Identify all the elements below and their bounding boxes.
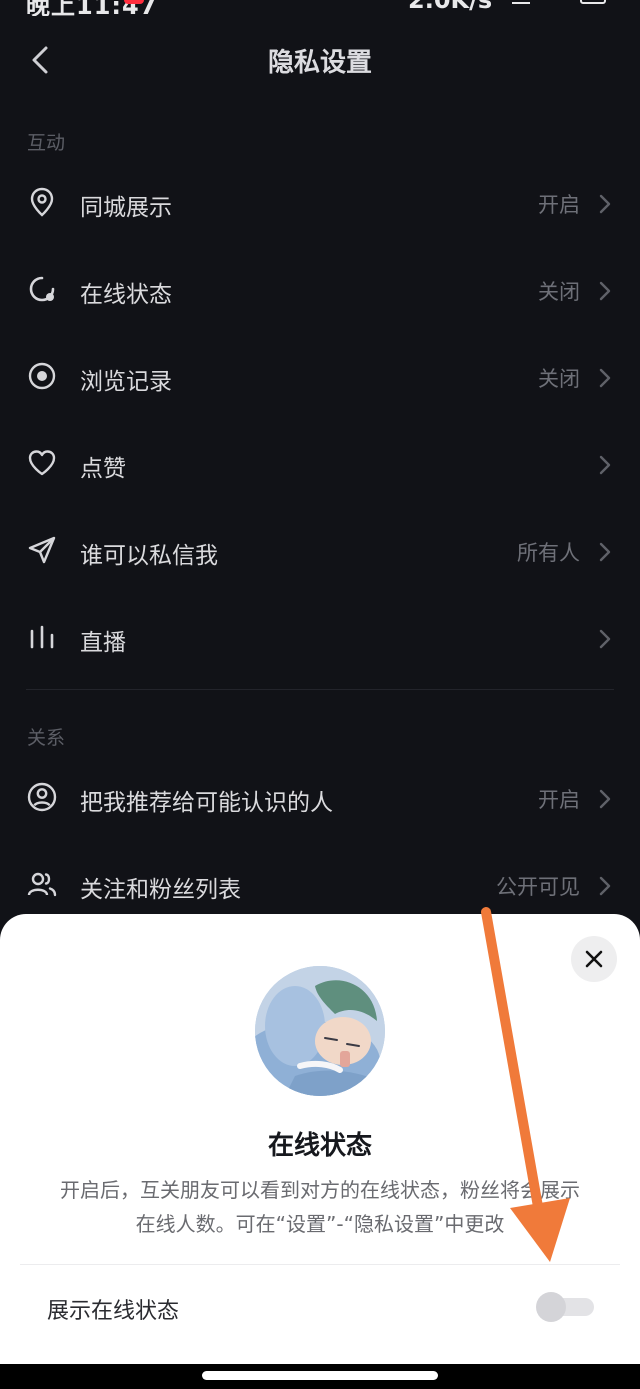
row-value: 开启 [538,788,580,812]
heart-icon [28,450,56,476]
row-label: 同城展示 [80,195,172,221]
close-button[interactable] [571,936,617,982]
live-bars-icon [30,625,54,649]
row-online-status[interactable]: 在线状态 关闭 [0,255,640,325]
section-divider [26,689,614,690]
section-label-relationship: 关系 [27,727,66,749]
chevron-right-icon [599,542,611,562]
row-label: 谁可以私信我 [80,543,218,569]
row-label: 关注和粉丝列表 [80,877,241,903]
location-pin-icon [30,187,54,217]
chevron-right-icon [599,281,611,301]
row-label: 把我推荐给可能认识的人 [80,790,333,816]
signal-icon [512,0,530,4]
online-status-icon [29,276,55,302]
toggle-knob [536,1292,566,1322]
network-speed: 2.0K/s [408,0,493,14]
paper-plane-icon [28,536,56,564]
status-bar: 晚上11:47 2.0K/s [0,0,640,16]
chevron-right-icon [599,368,611,388]
row-recommend-me[interactable]: 把我推荐给可能认识的人 开启 [0,763,640,833]
sheet-description-line: 开启后，互关朋友可以看到对方的在线状态，粉丝将会展示 [60,1178,580,1202]
recording-indicator [124,0,144,4]
battery-icon [580,0,606,4]
row-value: 关闭 [538,367,580,391]
sheet-description: 开启后，互关朋友可以看到对方的在线状态，粉丝将会展示 在线人数。可在“设置”-“… [14,1173,626,1241]
sheet-description-line: 在线人数。可在“设置”-“隐私设置”中更改 [135,1212,505,1236]
chevron-right-icon [599,876,611,896]
chevron-right-icon [599,629,611,649]
close-icon [585,950,603,968]
row-label: 浏览记录 [80,369,172,395]
nav-header: 隐私设置 [0,30,640,90]
online-status-sheet: 在线状态 开启后，互关朋友可以看到对方的在线状态，粉丝将会展示 在线人数。可在“… [0,914,640,1364]
home-indicator[interactable] [202,1371,438,1380]
chevron-right-icon [599,789,611,809]
sheet-title: 在线状态 [267,1131,372,1161]
row-follow-fans-list[interactable]: 关注和粉丝列表 公开可见 [0,850,640,920]
page-title: 隐私设置 [267,48,372,78]
row-likes[interactable]: 点赞 [0,429,640,499]
row-nearby-display[interactable]: 同城展示 开启 [0,168,640,238]
row-value: 所有人 [517,541,580,565]
row-value: 开启 [538,193,580,217]
sheet-divider [20,1264,620,1265]
row-who-can-message[interactable]: 谁可以私信我 所有人 [0,516,640,586]
user-circle-icon [27,782,57,812]
toggle-label: 展示在线状态 [47,1299,180,1324]
show-online-status-toggle[interactable] [536,1292,596,1322]
row-value: 公开可见 [496,875,580,899]
avatar-illustration [255,966,385,1096]
avatar [255,966,385,1096]
row-live[interactable]: 直播 [0,603,640,673]
section-label-interaction: 互动 [27,132,66,154]
eye-icon [28,362,56,390]
row-label: 点赞 [80,456,126,482]
chevron-right-icon [599,455,611,475]
system-bottom-bar [0,1364,640,1389]
row-browse-history[interactable]: 浏览记录 关闭 [0,342,640,412]
users-icon [27,872,57,897]
row-value: 关闭 [538,280,580,304]
row-label: 直播 [80,630,126,656]
row-label: 在线状态 [80,282,172,308]
chevron-right-icon [599,194,611,214]
